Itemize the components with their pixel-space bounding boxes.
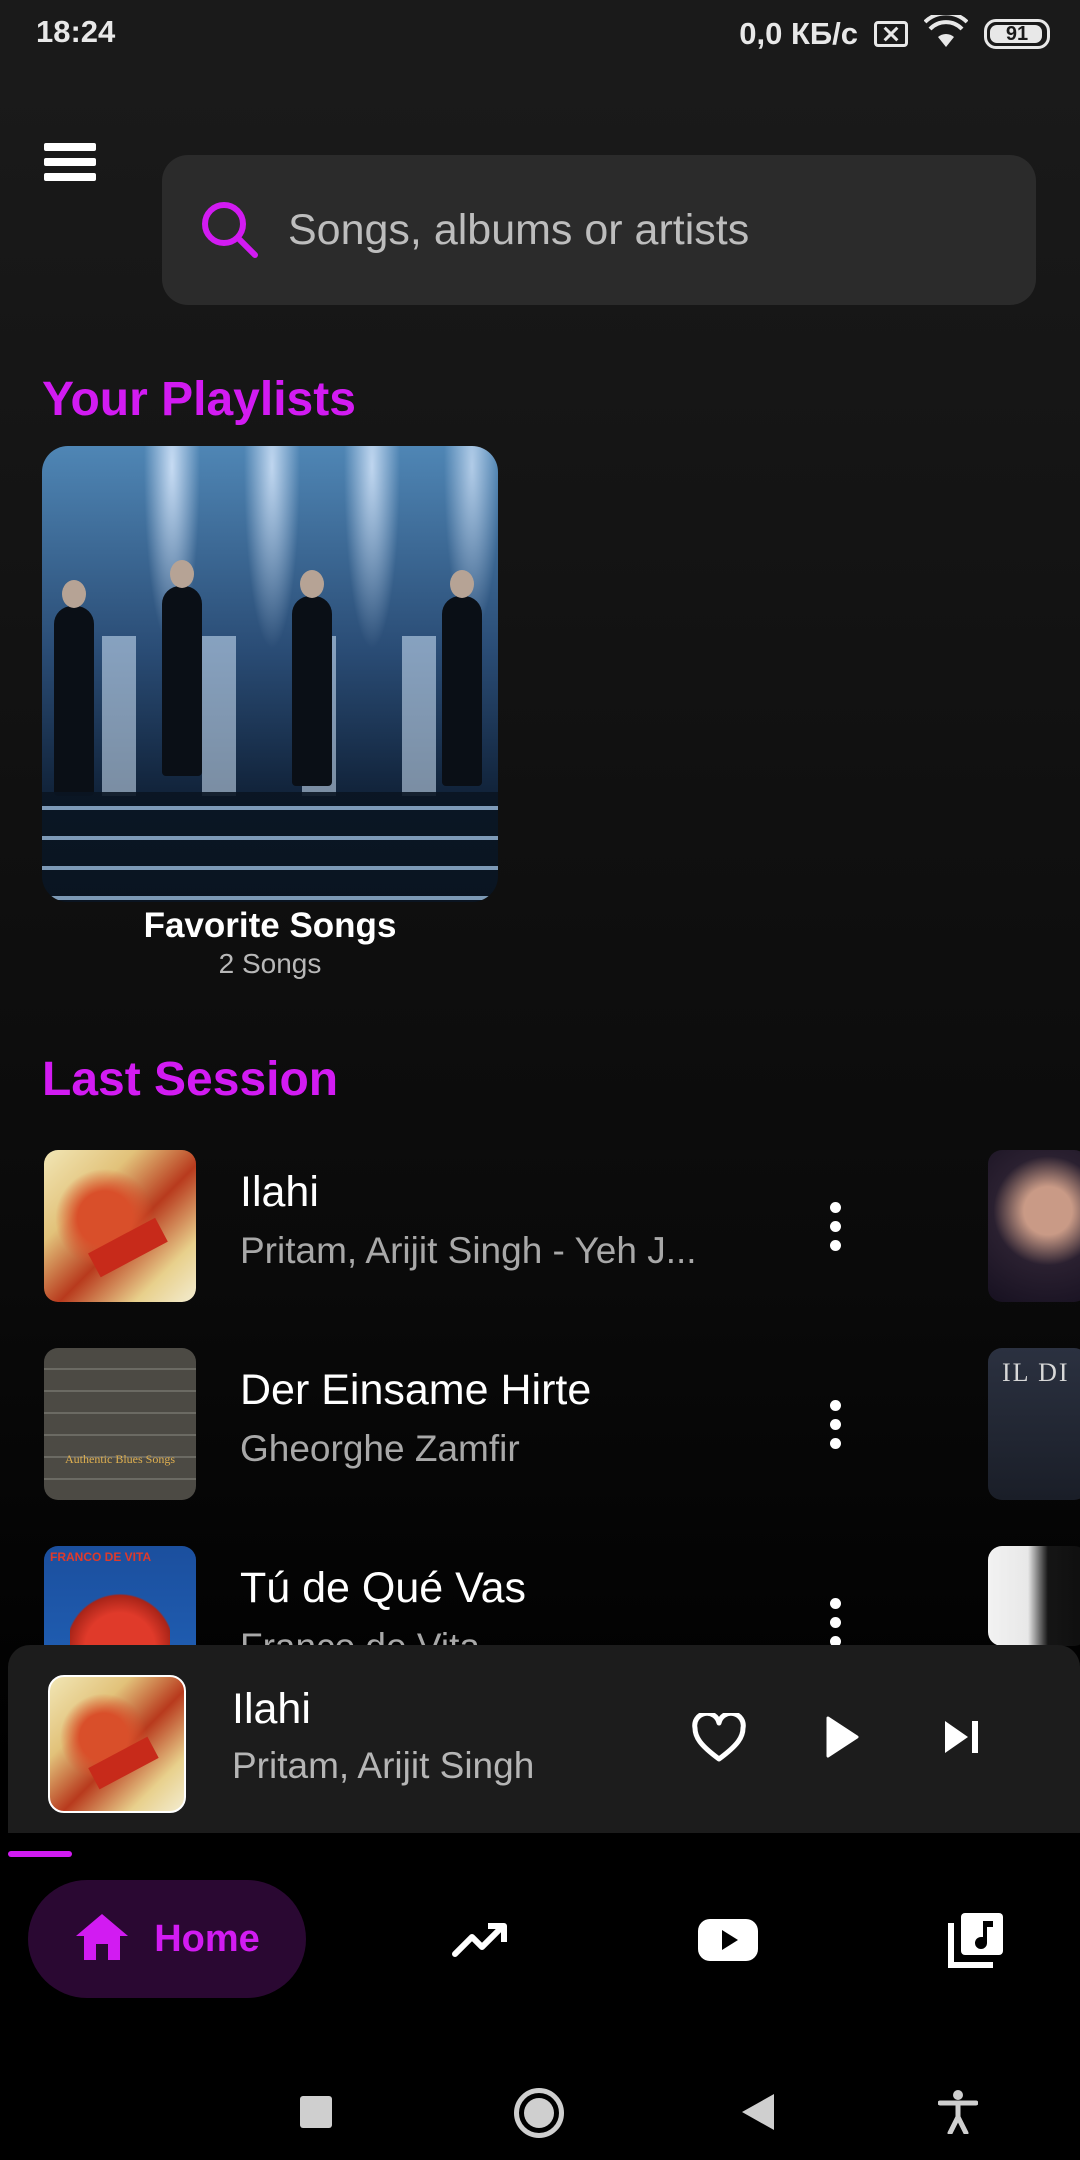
playlist-cover[interactable] bbox=[42, 446, 498, 902]
nav-home[interactable]: Home bbox=[28, 1880, 306, 1998]
search-bar[interactable]: Songs, albums or artists bbox=[162, 155, 1036, 305]
song-cover: Authentic Blues Songs bbox=[44, 1348, 196, 1500]
cover-text: FRANCO DE VITA bbox=[50, 1550, 152, 1564]
song-row[interactable]: Ilahi Pritam, Arijit Singh - Yeh J... bbox=[0, 1150, 1080, 1310]
now-playing-title: Ilahi bbox=[232, 1685, 311, 1733]
section-title-last-session: Last Session bbox=[42, 1053, 339, 1106]
now-playing-artist: Pritam, Arijit Singh bbox=[232, 1745, 535, 1786]
play-icon[interactable] bbox=[824, 1715, 860, 1764]
search-icon bbox=[200, 200, 260, 265]
status-bar: 18:24 0,0 КБ/с 91 bbox=[0, 0, 1080, 70]
playlist-name[interactable]: Favorite Songs bbox=[42, 906, 498, 946]
song-artist: Gheorghe Zamfir bbox=[240, 1428, 520, 1469]
song-artist: Franco de Vita bbox=[240, 1626, 720, 1646]
song-cover: FRANCO DE VITA bbox=[44, 1546, 196, 1646]
wifi-icon bbox=[923, 10, 969, 54]
song-row[interactable]: Authentic Blues Songs Der Einsame Hirte … bbox=[0, 1348, 1080, 1508]
app-screen: Songs, albums or artists Your Playlists … bbox=[0, 70, 1080, 2100]
song-artist: Pritam, Arijit Singh - Yeh J... bbox=[240, 1230, 697, 1271]
youtube-icon[interactable] bbox=[688, 1900, 768, 1980]
playlist-count: 2 Songs bbox=[218, 948, 322, 979]
section-title-playlists: Your Playlists bbox=[42, 373, 356, 426]
next-column-cover[interactable]: IL DI bbox=[988, 1348, 1080, 1500]
more-options-icon[interactable] bbox=[800, 1582, 870, 1646]
song-title: Der Einsame Hirte bbox=[240, 1366, 592, 1414]
now-playing-cover bbox=[48, 1675, 186, 1813]
more-options-icon[interactable] bbox=[800, 1384, 870, 1464]
trending-icon[interactable] bbox=[440, 1900, 520, 1980]
playback-progress[interactable] bbox=[8, 1851, 1080, 1857]
back-button[interactable] bbox=[742, 2094, 774, 2130]
next-column-cover[interactable] bbox=[988, 1150, 1080, 1302]
song-title: Tú de Qué Vas bbox=[240, 1564, 527, 1612]
mini-player[interactable]: Ilahi Pritam, Arijit Singh bbox=[8, 1645, 1080, 1833]
status-time: 18:24 bbox=[36, 14, 116, 49]
battery-level: 91 bbox=[1005, 22, 1029, 45]
song-title: Ilahi bbox=[240, 1168, 319, 1216]
heart-icon[interactable] bbox=[692, 1710, 746, 1768]
hamburger-menu-icon[interactable] bbox=[44, 130, 108, 194]
home-icon bbox=[74, 1912, 130, 1967]
next-column-cover[interactable] bbox=[988, 1546, 1080, 1646]
cover-text: Authentic Blues Songs bbox=[65, 1452, 175, 1466]
no-sim-icon bbox=[874, 21, 908, 47]
system-home-button[interactable] bbox=[514, 2088, 564, 2138]
search-input[interactable]: Songs, albums or artists bbox=[288, 155, 988, 305]
library-music-icon[interactable] bbox=[936, 1900, 1016, 1980]
cover-text: IL DI bbox=[1002, 1358, 1070, 1387]
network-speed: 0,0 КБ/с bbox=[739, 16, 858, 51]
recents-button[interactable] bbox=[300, 2096, 332, 2128]
song-row[interactable]: FRANCO DE VITA Tú de Qué Vas Franco de V… bbox=[0, 1546, 1080, 1646]
accessibility-icon[interactable] bbox=[937, 2090, 979, 2139]
playback-progress-fill bbox=[8, 1851, 73, 1857]
more-options-icon[interactable] bbox=[800, 1186, 870, 1266]
nav-home-label: Home bbox=[154, 1917, 260, 1960]
song-cover bbox=[44, 1150, 196, 1302]
battery-icon: 91 bbox=[984, 19, 1050, 49]
system-nav-bar bbox=[0, 2030, 1080, 2160]
skip-next-icon[interactable] bbox=[942, 1717, 982, 1762]
